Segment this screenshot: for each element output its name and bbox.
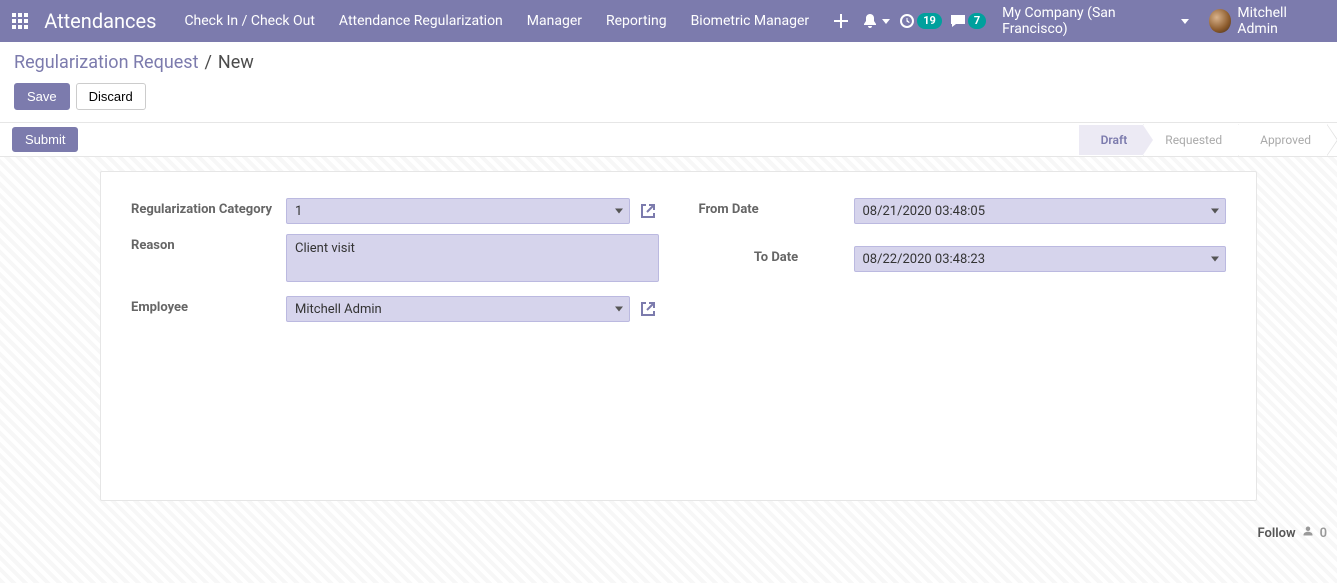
- label-to-date: To Date: [699, 246, 854, 265]
- field-from-date[interactable]: 08/21/2020 03:48:05: [854, 198, 1227, 224]
- followers-icon[interactable]: [1302, 525, 1314, 541]
- activities-badge: 19: [917, 13, 942, 29]
- breadcrumb: Regularization Request / New: [14, 52, 1323, 73]
- field-regularization-category[interactable]: 1: [286, 198, 630, 224]
- nav-checkin[interactable]: Check In / Check Out: [174, 13, 324, 29]
- value-from-date: 08/21/2020 03:48:05: [863, 204, 986, 219]
- submit-button[interactable]: Submit: [12, 127, 78, 152]
- bell-icon[interactable]: [859, 13, 893, 29]
- breadcrumb-parent[interactable]: Regularization Request: [14, 52, 198, 73]
- followers-count: 0: [1320, 526, 1327, 541]
- label-employee: Employee: [131, 296, 286, 315]
- breadcrumb-current: New: [218, 52, 254, 73]
- value-employee: Mitchell Admin: [295, 302, 382, 317]
- messages-badge: 7: [968, 13, 986, 29]
- messages-icon[interactable]: 7: [948, 13, 988, 29]
- stage-approved[interactable]: Approved: [1238, 125, 1327, 155]
- company-name: My Company (San Francisco): [1002, 5, 1173, 37]
- avatar: [1209, 9, 1232, 33]
- label-from-date: From Date: [699, 198, 854, 217]
- external-link-icon[interactable]: [638, 200, 658, 222]
- value-to-date: 08/22/2020 03:48:23: [863, 252, 986, 267]
- external-link-icon[interactable]: [638, 298, 658, 320]
- chevron-down-icon: [615, 209, 623, 214]
- status-stages: Draft Requested Approved: [1079, 123, 1327, 156]
- chevron-down-icon: [1181, 19, 1189, 24]
- follow-button[interactable]: Follow: [1257, 526, 1295, 541]
- field-employee[interactable]: Mitchell Admin: [286, 296, 630, 322]
- activities-icon[interactable]: 19: [897, 13, 944, 29]
- control-bar: Regularization Request / New Save Discar…: [0, 42, 1337, 123]
- app-title[interactable]: Attendances: [44, 9, 156, 33]
- company-selector[interactable]: My Company (San Francisco): [992, 5, 1199, 37]
- value-regularization-category: 1: [295, 204, 302, 219]
- stage-draft[interactable]: Draft: [1079, 125, 1144, 155]
- value-reason: Client visit: [295, 241, 355, 256]
- user-name: Mitchell Admin: [1237, 5, 1325, 37]
- form-sheet: Regularization Category 1 Reason: [100, 171, 1257, 501]
- field-to-date[interactable]: 08/22/2020 03:48:23: [854, 246, 1227, 272]
- stage-requested[interactable]: Requested: [1143, 125, 1238, 155]
- follow-bar: Follow 0: [1257, 525, 1327, 541]
- label-regularization-category: Regularization Category: [131, 198, 286, 217]
- nav-biometric-manager[interactable]: Biometric Manager: [681, 13, 820, 29]
- stage-bar: Submit Draft Requested Approved: [0, 123, 1337, 157]
- top-navbar: Attendances Check In / Check Out Attenda…: [0, 0, 1337, 42]
- nav-manager[interactable]: Manager: [517, 13, 592, 29]
- label-reason: Reason: [131, 234, 286, 253]
- discard-button[interactable]: Discard: [76, 83, 146, 110]
- field-reason[interactable]: Client visit: [286, 234, 659, 282]
- nav-reporting[interactable]: Reporting: [596, 13, 677, 29]
- chevron-down-icon: [1211, 209, 1219, 214]
- nav-attendance-regularization[interactable]: Attendance Regularization: [329, 13, 513, 29]
- chevron-down-icon: [615, 307, 623, 312]
- user-menu[interactable]: Mitchell Admin: [1203, 5, 1331, 37]
- breadcrumb-separator: /: [204, 52, 211, 73]
- chevron-down-icon: [1211, 257, 1219, 262]
- plus-icon[interactable]: [827, 13, 855, 29]
- apps-icon[interactable]: [6, 6, 34, 36]
- save-button[interactable]: Save: [14, 83, 70, 110]
